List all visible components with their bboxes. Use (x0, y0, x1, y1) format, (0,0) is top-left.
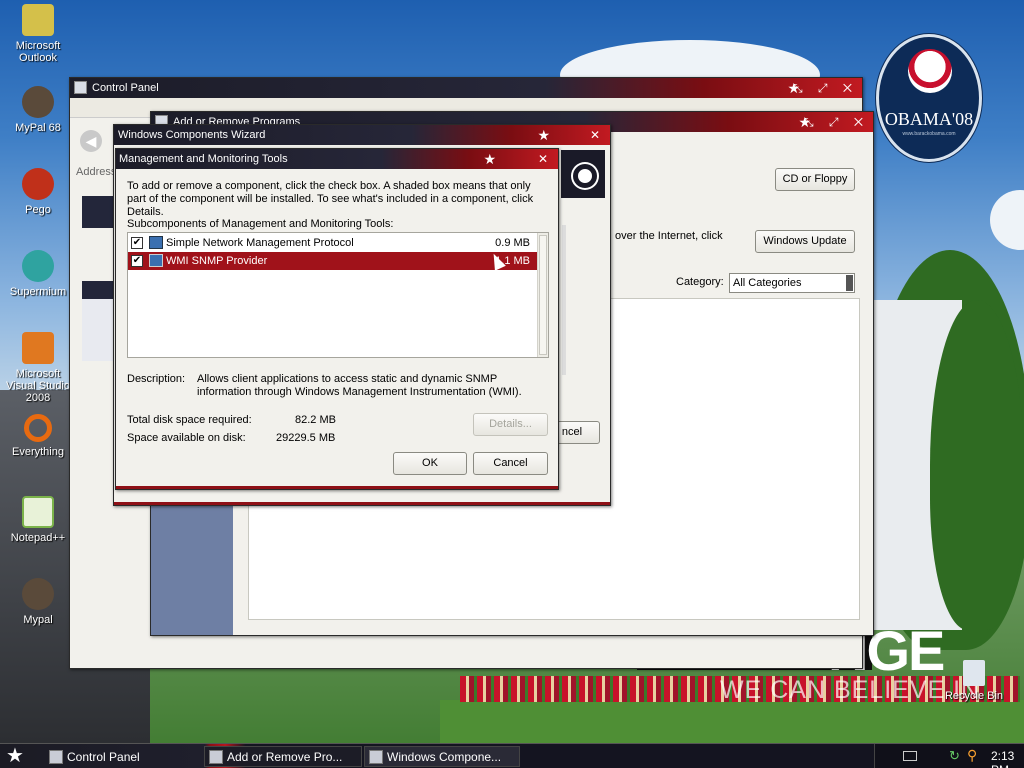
ok-button[interactable]: OK (393, 452, 467, 475)
description-text: Allows client applications to access sta… (197, 373, 522, 398)
windows-update-button[interactable]: Windows Update (755, 230, 855, 253)
desktop-icon-pego[interactable]: Pego (0, 168, 76, 216)
control-panel-icon (74, 81, 87, 94)
control-panel-icon (49, 750, 63, 764)
desktop-icon-label: Mypal (23, 614, 53, 626)
cd-or-floppy-button[interactable]: CD or Floppy (775, 168, 855, 191)
desktop-icon-label: Notepad++ (10, 532, 66, 544)
window-title: Control Panel (92, 82, 159, 94)
desktop-icon-visual-studio[interactable]: Microsoft Visual Studio 2008 (0, 332, 76, 404)
internet-text: over the Internet, click (615, 230, 723, 242)
checkbox[interactable]: ✔ (131, 255, 143, 267)
list-scrollbar[interactable] (537, 233, 548, 357)
wizard-scroll (562, 225, 566, 375)
window-title: Windows Components Wizard (118, 129, 266, 141)
window-controls[interactable]: ⤡ ⤢ ✕ (793, 78, 858, 98)
system-tray: ↻ ⚲ 2:13 PM (874, 744, 1024, 768)
raccoon-icon (22, 578, 54, 610)
lawn (440, 700, 1024, 745)
badge-name: OBAMA'08 (884, 109, 974, 129)
available-space-value: 29229.5 MB (276, 432, 336, 444)
cancel-button[interactable]: Cancel (473, 452, 548, 475)
network-icon[interactable]: ↻ (949, 748, 960, 764)
search-icon[interactable]: ⚲ (967, 747, 977, 764)
window-accent (116, 486, 558, 489)
everything-icon (24, 414, 52, 442)
dropdown-arrow-icon[interactable] (846, 275, 853, 291)
desktop-icon-mypal68[interactable]: MyPal 68 (0, 86, 76, 134)
instructions-text: To add or remove a component, click the … (127, 180, 534, 218)
outlook-icon (22, 4, 54, 36)
raccoon-icon (22, 86, 54, 118)
notepadpp-icon (22, 496, 54, 528)
desktop-icon-mypal[interactable]: Mypal (0, 578, 76, 626)
window-controls[interactable]: ⤡ ⤢ ✕ (804, 112, 869, 132)
desktop-icon-supermium[interactable]: Supermium (0, 250, 76, 298)
clock[interactable]: 2:13 PM (991, 749, 1024, 768)
category-select[interactable]: All Categories (729, 273, 855, 293)
desktop-icon-label: MyPal 68 (15, 122, 61, 134)
visual-studio-icon (22, 332, 54, 364)
category-value: All Categories (733, 277, 802, 289)
available-space-label: Space available on disk: (127, 432, 246, 444)
pego-icon (22, 168, 54, 200)
supermium-icon (22, 250, 54, 282)
wizard-titlebar[interactable]: Windows Components Wizard ★ ✕ (114, 125, 610, 145)
item-name: Simple Network Management Protocol (166, 237, 354, 249)
window-accent (114, 502, 610, 505)
mmt-titlebar[interactable]: Management and Monitoring Tools ★ ✕ (116, 149, 558, 169)
start-button[interactable]: ★ (6, 745, 24, 767)
desktop-icon-outlook[interactable]: Microsoft Outlook (0, 4, 76, 64)
cloud (990, 190, 1024, 250)
total-space-value: 82.2 MB (295, 414, 336, 426)
desktop-icon-recycle-bin[interactable]: Recycle Bin (936, 660, 1012, 702)
control-panel-titlebar[interactable]: Control Panel ★ ⤡ ⤢ ✕ (70, 78, 862, 98)
mmt-dialog: Management and Monitoring Tools ★ ✕ To a… (115, 148, 559, 490)
desktop-icon-label: Pego (25, 204, 51, 216)
network-computer-icon (149, 236, 163, 249)
item-name: WMI SNMP Provider (166, 255, 268, 267)
keyboard-icon[interactable] (903, 751, 917, 761)
details-button[interactable]: Details... (473, 413, 548, 436)
desktop-icon-label: Microsoft Visual Studio 2008 (5, 368, 70, 404)
list-item[interactable]: ✔ Simple Network Management Protocol 0.9… (128, 234, 537, 252)
close-icon[interactable]: ✕ (590, 125, 606, 145)
recycle-bin-icon (963, 660, 985, 686)
dialog-title: Management and Monitoring Tools (119, 153, 288, 165)
desktop-icon-label: Recycle Bin (944, 690, 1004, 702)
item-size: 0.9 MB (495, 237, 530, 249)
subcomponents-label: Subcomponents of Management and Monitori… (127, 218, 394, 230)
close-icon[interactable]: ✕ (538, 149, 554, 169)
trees (930, 300, 1024, 630)
obama-badge: OBAMA'08 www.barackobama.com (876, 34, 982, 162)
star-icon: ★ (483, 151, 496, 167)
checkbox[interactable]: ✔ (131, 237, 143, 249)
address-label: Address (76, 166, 117, 178)
wizard-icon (369, 750, 383, 764)
taskbar-item-control-panel[interactable]: Control Panel (44, 746, 202, 767)
desktop-icon-label: Microsoft Outlook (15, 40, 61, 64)
arp-icon (209, 750, 223, 764)
setup-disc-icon (561, 150, 605, 198)
taskbar: ★ Control Panel Add or Remove Pro... Win… (0, 743, 1024, 768)
total-space-label: Total disk space required: (127, 414, 252, 426)
desktop-icon-label: Supermium (9, 286, 67, 298)
description-label: Description: (127, 373, 186, 385)
desktop-icon-notepadpp[interactable]: Notepad++ (0, 496, 76, 544)
desktop-icon-label: Everything (12, 446, 64, 458)
desktop-icon-everything[interactable]: Everything (0, 414, 76, 458)
list-item-selected[interactable]: ✔ WMI SNMP Provider 1.1 MB (128, 252, 537, 270)
back-arrow-icon[interactable]: ◀ (80, 130, 102, 152)
badge-url: www.barackobama.com (902, 131, 956, 137)
subcomponents-list[interactable]: ✔ Simple Network Management Protocol 0.9… (127, 232, 549, 358)
scroll-thumb[interactable] (539, 235, 547, 355)
taskbar-item-components-wizard[interactable]: Windows Compone... (364, 746, 520, 767)
taskbar-item-add-remove[interactable]: Add or Remove Pro... (204, 746, 362, 767)
obama-logo-icon (908, 49, 952, 93)
network-computer-icon (149, 254, 163, 267)
category-label: Category: (676, 276, 724, 288)
star-icon: ★ (537, 127, 550, 143)
